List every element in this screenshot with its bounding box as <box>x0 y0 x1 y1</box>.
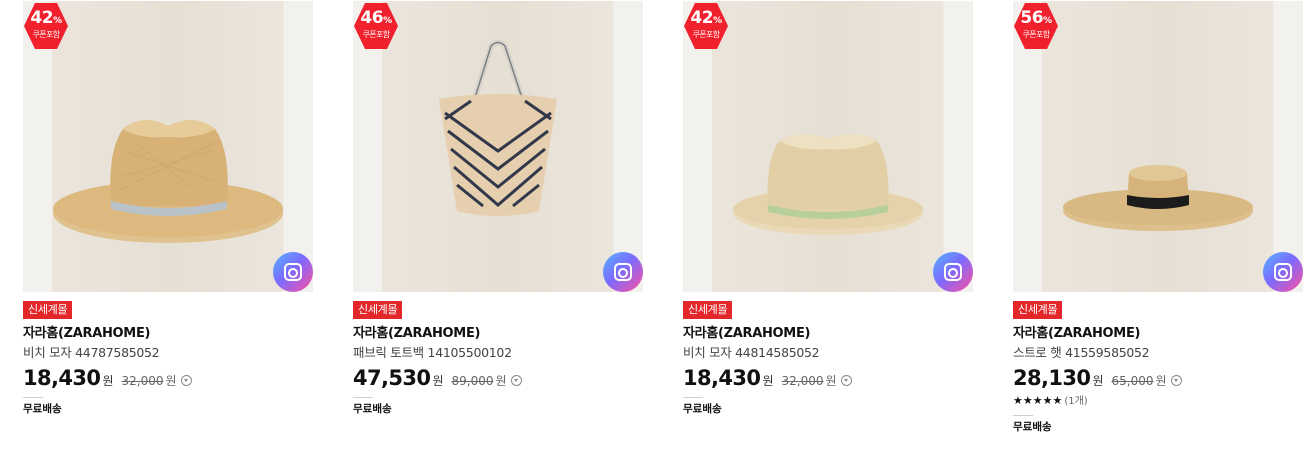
discount-unit: % <box>713 16 722 26</box>
price-info-icon[interactable] <box>180 375 192 386</box>
coupon-label: 쿠폰포함 <box>362 30 390 39</box>
product-image[interactable]: 56% 쿠폰포함 <box>1013 1 1303 292</box>
price-unit: 원 <box>432 374 444 388</box>
discount-unit: % <box>53 16 62 26</box>
product-image[interactable]: 42% 쿠폰포함 <box>23 1 313 292</box>
store-tag[interactable]: 신세계몰 <box>683 301 733 319</box>
product-image[interactable]: 42% 쿠폰포함 <box>683 1 973 292</box>
product-image[interactable]: 46% 쿠폰포함 <box>353 1 643 292</box>
coupon-label: 쿠폰포함 <box>692 30 720 39</box>
divider <box>23 397 43 398</box>
sale-price: 47,530 <box>353 366 431 390</box>
price-info-icon[interactable] <box>1170 375 1182 386</box>
brand-name[interactable]: 자라홈(ZARAHOME) <box>353 325 645 343</box>
shipping-label: 무료배송 <box>1013 421 1052 433</box>
divider <box>353 397 373 398</box>
discount-value: 42 <box>30 8 54 28</box>
price-row: 28,130 원 65,000 원 <box>1013 366 1303 390</box>
original-price-unit: 원 <box>1155 374 1167 388</box>
product-card[interactable]: 46% 쿠폰포함 신세계몰 자라홈(ZARAHOME) 패브릭 토트백 1410… <box>353 0 645 416</box>
camera-lens-icon <box>944 263 962 281</box>
product-name[interactable]: 비치 모자 44814585052 <box>683 344 975 362</box>
original-price-unit: 원 <box>825 374 837 388</box>
brand-name[interactable]: 자라홈(ZARAHOME) <box>683 325 975 343</box>
divider <box>683 397 703 398</box>
camera-lens-icon <box>1274 263 1292 281</box>
discount-unit: % <box>1043 16 1052 26</box>
coupon-label: 쿠폰포함 <box>32 30 60 39</box>
sale-price: 18,430 <box>683 366 761 390</box>
coupon-label: 쿠폰포함 <box>1022 30 1050 39</box>
product-card[interactable]: 42% 쿠폰포함 신세계몰 자라홈(ZARAHOME) 비치 모자 448145… <box>683 0 975 416</box>
product-name[interactable]: 비치 모자 44787585052 <box>23 344 315 362</box>
fedora-hat-image <box>733 134 923 235</box>
product-card[interactable]: 56% 쿠폰포함 신세계몰 자라홈(ZARAHOME) 스트로 햇 415595… <box>1013 0 1303 434</box>
sale-price: 28,130 <box>1013 366 1091 390</box>
original-price: 89,000 <box>451 374 494 388</box>
original-price: 32,000 <box>121 374 164 388</box>
fedora-hat-image <box>53 120 283 243</box>
camera-lens-icon <box>614 263 632 281</box>
price-info-icon[interactable] <box>840 375 852 386</box>
shipping-label: 무료배송 <box>353 403 392 415</box>
review-count: (1개) <box>1064 396 1088 407</box>
product-name[interactable]: 패브릭 토트백 14105500102 <box>353 344 645 362</box>
product-name[interactable]: 스트로 햇 41559585052 <box>1013 344 1303 362</box>
store-tag[interactable]: 신세계몰 <box>23 301 73 319</box>
image-search-button[interactable] <box>1263 252 1303 292</box>
rating[interactable]: ★★★★★ (1개) <box>1013 394 1303 408</box>
discount-value: 56 <box>1020 8 1044 28</box>
discount-unit: % <box>383 16 392 26</box>
original-price-unit: 원 <box>495 374 507 388</box>
price-info-icon[interactable] <box>510 375 522 386</box>
product-grid: 42% 쿠폰포함 신세계몰 자라홈(ZARAHOME) 비치 모자 447875… <box>0 0 1303 458</box>
store-tag[interactable]: 신세계몰 <box>1013 301 1063 319</box>
price-row: 18,430 원 32,000 원 <box>683 366 975 390</box>
boater-hat-image <box>1063 165 1253 231</box>
price-unit: 원 <box>102 374 114 388</box>
original-price-unit: 원 <box>165 374 177 388</box>
brand-name[interactable]: 자라홈(ZARAHOME) <box>1013 325 1303 343</box>
shipping-label: 무료배송 <box>23 403 62 415</box>
brand-name[interactable]: 자라홈(ZARAHOME) <box>23 325 315 343</box>
camera-lens-icon <box>284 263 302 281</box>
original-price: 65,000 <box>1111 374 1154 388</box>
store-tag[interactable]: 신세계몰 <box>353 301 403 319</box>
tote-bag-image <box>439 39 557 216</box>
image-search-button[interactable] <box>273 252 313 292</box>
sale-price: 18,430 <box>23 366 101 390</box>
image-search-button[interactable] <box>603 252 643 292</box>
discount-value: 42 <box>690 8 714 28</box>
discount-value: 46 <box>360 8 384 28</box>
price-unit: 원 <box>762 374 774 388</box>
price-unit: 원 <box>1092 374 1104 388</box>
rating-stars: ★★★★★ <box>1013 394 1063 407</box>
divider <box>1013 415 1033 416</box>
product-card[interactable]: 42% 쿠폰포함 신세계몰 자라홈(ZARAHOME) 비치 모자 447875… <box>23 0 315 416</box>
price-row: 18,430 원 32,000 원 <box>23 366 315 390</box>
image-search-button[interactable] <box>933 252 973 292</box>
original-price: 32,000 <box>781 374 824 388</box>
price-row: 47,530 원 89,000 원 <box>353 366 645 390</box>
shipping-label: 무료배송 <box>683 403 722 415</box>
